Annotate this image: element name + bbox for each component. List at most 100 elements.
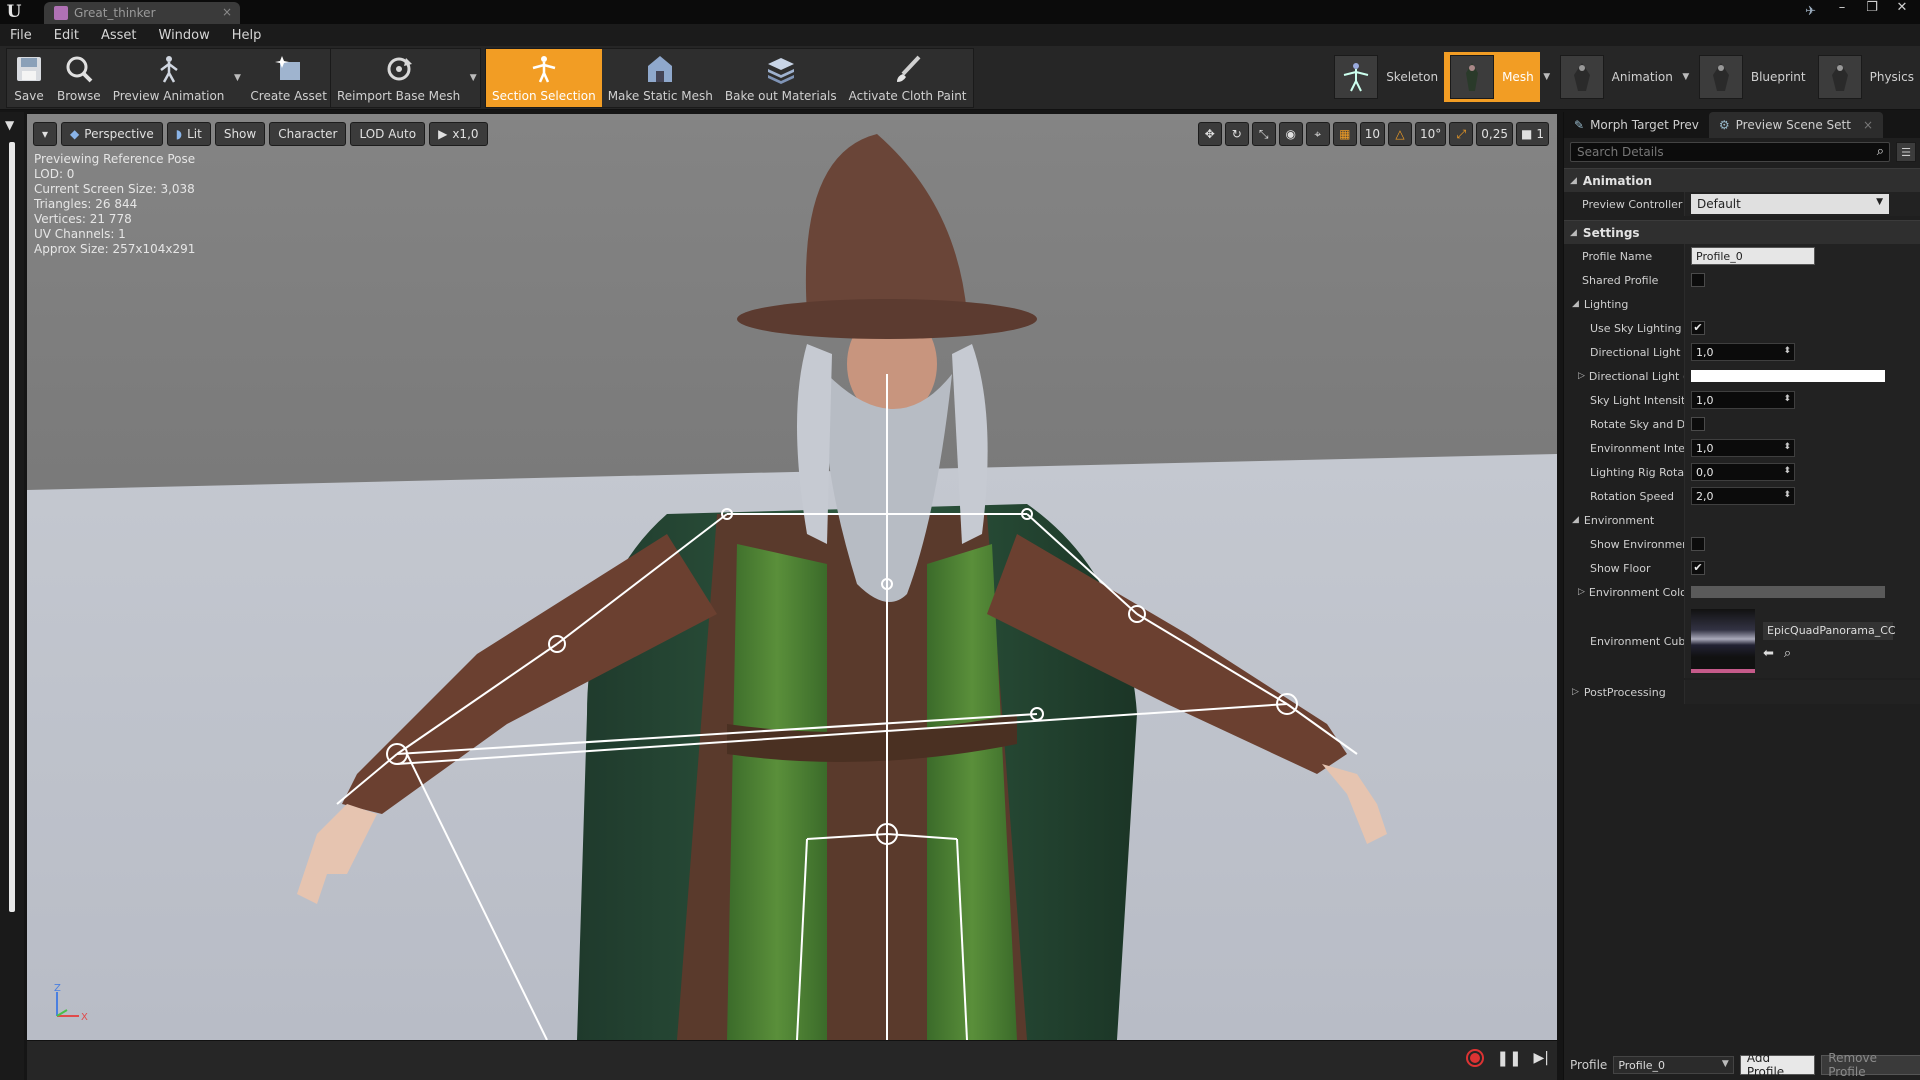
record-button[interactable]: [1466, 1049, 1485, 1067]
add-profile-button[interactable]: Add Profile: [1739, 1051, 1816, 1079]
pause-button[interactable]: ❚❚: [1496, 1049, 1521, 1067]
browse-button[interactable]: Browse: [51, 49, 107, 107]
sky-light-intensity-input[interactable]: 1,0 ⬍: [1691, 391, 1795, 409]
collapsed-icon[interactable]: ▷: [1578, 587, 1585, 597]
lighting-rig-rotation-input[interactable]: 0,0 ⬍: [1691, 463, 1795, 481]
unreal-logo-icon[interactable]: U: [4, 2, 24, 22]
playback-speed-button[interactable]: ▶ x1,0: [429, 122, 488, 146]
shared-profile-checkbox[interactable]: [1691, 273, 1705, 287]
environment-color-swatch[interactable]: [1691, 586, 1885, 598]
details-panel: ✎ Morph Target Prev ⚙ Preview Scene Sett…: [1563, 112, 1920, 1080]
menu-edit[interactable]: Edit: [54, 28, 79, 43]
rotation-snap-icon[interactable]: △: [1388, 122, 1413, 146]
remove-profile-button[interactable]: Remove Profile: [1821, 1051, 1920, 1079]
row-environment-group[interactable]: ◢ Environment: [1564, 508, 1920, 532]
mode-physics[interactable]: Physics: [1812, 52, 1920, 102]
rotate-icon[interactable]: ↻: [1224, 122, 1249, 146]
mode-blueprint-label: Blueprint: [1750, 70, 1806, 84]
reimport-dropdown-icon[interactable]: ▼: [466, 49, 480, 107]
use-selected-arrow-icon[interactable]: ⬅: [1763, 646, 1774, 661]
translate-icon[interactable]: ✥: [1197, 122, 1222, 146]
save-button[interactable]: Save: [7, 49, 51, 107]
show-button[interactable]: Show: [214, 122, 266, 146]
lod-button[interactable]: LOD Auto: [350, 122, 426, 146]
minimize-icon[interactable]: –: [1832, 0, 1852, 15]
use-sky-lighting-checkbox[interactable]: ✔: [1691, 321, 1705, 335]
grid-snap-value[interactable]: 10: [1359, 122, 1386, 146]
scale-snap-icon[interactable]: ⤢: [1449, 122, 1474, 146]
window-close-icon[interactable]: ✕: [1892, 0, 1912, 15]
rotation-speed-input[interactable]: 2,0 ⬍: [1691, 487, 1795, 505]
step-forward-button[interactable]: ▶|: [1534, 1050, 1549, 1066]
property-label: Show Environmen: [1590, 537, 1684, 551]
left-collapsed-panel[interactable]: [9, 142, 15, 912]
bake-out-materials-button[interactable]: Bake out Materials: [719, 49, 843, 107]
environment-cube-dropdown[interactable]: EpicQuadPanorama_CC: [1763, 621, 1896, 640]
camera-speed-value: 1: [1536, 127, 1544, 141]
preview-animation-button[interactable]: Preview Animation: [107, 49, 231, 107]
camera-icon: ■: [1521, 127, 1533, 141]
environment-cube-thumbnail[interactable]: [1691, 609, 1755, 673]
rotation-snap-value[interactable]: 10°: [1415, 122, 1447, 146]
local-space-icon[interactable]: ◉: [1278, 122, 1303, 146]
directional-light-intensity-input[interactable]: 1,0 ⬍: [1691, 343, 1795, 361]
view-options-icon[interactable]: ☰: [1896, 142, 1916, 162]
row-lighting-group[interactable]: ◢ Lighting: [1564, 292, 1920, 316]
mode-animation-dropdown-icon[interactable]: ▼: [1679, 52, 1693, 102]
create-asset-button[interactable]: Create Asset: [244, 49, 333, 107]
scale-snap-value[interactable]: 0,25: [1476, 122, 1514, 146]
filter-icon[interactable]: ▼: [5, 118, 14, 132]
reimport-base-mesh-button[interactable]: Reimport Base Mesh: [331, 49, 466, 107]
category-animation[interactable]: ◢ Animation: [1564, 168, 1920, 192]
spinner-icon: ⬍: [1783, 442, 1791, 452]
menu-window[interactable]: Window: [159, 28, 210, 43]
mode-skeleton[interactable]: Skeleton: [1328, 52, 1444, 102]
document-tab[interactable]: Great_thinker ×: [44, 2, 240, 24]
collapsed-icon[interactable]: ▷: [1578, 371, 1585, 381]
mode-animation[interactable]: Animation: [1554, 52, 1679, 102]
make-static-mesh-button[interactable]: Make Static Mesh: [602, 49, 719, 107]
browse-label: Browse: [57, 89, 101, 103]
close-tab-icon[interactable]: ×: [1863, 118, 1873, 132]
viewport-options-button[interactable]: ▾: [33, 122, 58, 146]
grid-snap-icon[interactable]: ▦: [1332, 122, 1357, 146]
environment-intensity-input[interactable]: 1,0 ⬍: [1691, 439, 1795, 457]
viewport[interactable]: ▾ ◆ Perspective ◗ Lit Show Character LOD…: [27, 114, 1557, 1040]
menu-file[interactable]: File: [10, 28, 32, 43]
directional-light-color-swatch[interactable]: [1691, 370, 1885, 382]
perspective-button[interactable]: ◆ Perspective: [61, 122, 163, 146]
spinner-icon: ⬍: [1783, 346, 1791, 356]
character-button[interactable]: Character: [269, 122, 347, 146]
profile-dropdown[interactable]: Profile_0 ▼: [1613, 1056, 1734, 1074]
stats-line: Previewing Reference Pose: [34, 152, 196, 166]
show-environment-checkbox[interactable]: [1691, 537, 1705, 551]
rotate-sky-checkbox[interactable]: [1691, 417, 1705, 431]
preview-controller-dropdown[interactable]: Default ▼: [1691, 194, 1889, 214]
mode-mesh[interactable]: Mesh: [1444, 52, 1540, 102]
lit-button[interactable]: ◗ Lit: [166, 122, 211, 146]
section-selection-button[interactable]: Section Selection: [486, 49, 602, 107]
tab-morph-target-preview[interactable]: ✎ Morph Target Prev: [1564, 112, 1709, 138]
menu-help[interactable]: Help: [232, 28, 262, 43]
activate-cloth-paint-button[interactable]: Activate Cloth Paint: [843, 49, 973, 107]
window-controls: – ❐ ✕: [1832, 0, 1912, 15]
camera-speed-button[interactable]: ■ 1: [1516, 122, 1549, 146]
scale-icon[interactable]: ⤡: [1251, 122, 1276, 146]
preview-animation-dropdown-icon[interactable]: ▼: [230, 49, 244, 107]
category-settings[interactable]: ◢ Settings: [1564, 220, 1920, 244]
profile-name-input[interactable]: Profile_0: [1691, 247, 1815, 265]
surface-snap-icon[interactable]: ⌖: [1305, 122, 1330, 146]
mode-mesh-dropdown-icon[interactable]: ▼: [1540, 52, 1554, 102]
tab-preview-scene-settings[interactable]: ⚙ Preview Scene Sett ×: [1708, 112, 1884, 138]
close-tab-icon[interactable]: ×: [222, 5, 232, 19]
row-postprocessing-group[interactable]: ▷ PostProcessing: [1564, 680, 1920, 704]
browse-asset-search-icon[interactable]: ⌕: [1784, 646, 1791, 661]
menu-asset[interactable]: Asset: [101, 28, 137, 43]
play-speed-icon: ▶: [438, 127, 448, 141]
maximize-icon[interactable]: ❐: [1862, 0, 1882, 15]
show-floor-checkbox[interactable]: ✔: [1691, 561, 1705, 575]
notification-icon[interactable]: ✈: [1805, 4, 1816, 19]
search-details-input[interactable]: Search Details ⌕: [1570, 142, 1890, 162]
mode-blueprint[interactable]: Blueprint: [1693, 52, 1812, 102]
character-preview-scene: [27, 134, 1557, 1040]
